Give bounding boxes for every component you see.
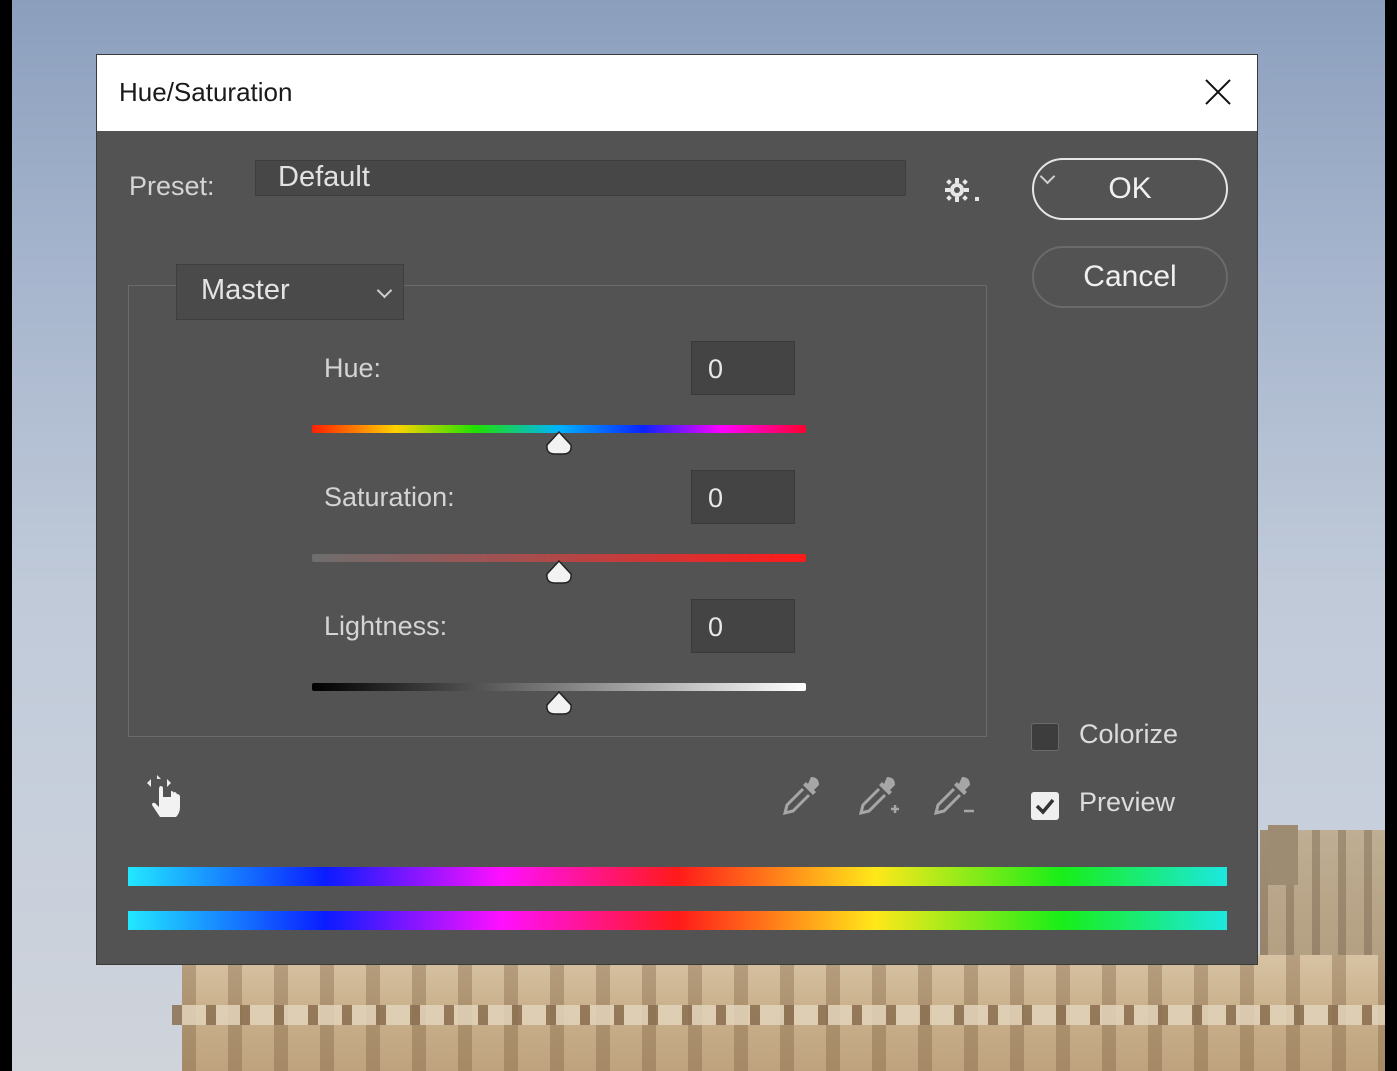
preset-value: Default [278, 161, 370, 193]
title-bar: Hue/Saturation [97, 55, 1257, 131]
channel-dropdown[interactable]: Master [176, 264, 404, 320]
lightness-label: Lightness: [324, 611, 448, 641]
preview-checkbox[interactable] [1031, 792, 1059, 820]
preview-label: Preview [1079, 787, 1176, 817]
saturation-slider-thumb[interactable] [545, 560, 573, 584]
eyedropper-minus-icon[interactable] [932, 773, 980, 825]
colorize-label: Colorize [1079, 719, 1179, 749]
chevron-down-icon [376, 282, 393, 299]
eyedropper-icon[interactable] [781, 773, 825, 823]
saturation-input[interactable]: 0 [691, 470, 795, 524]
hand-target-icon[interactable] [143, 773, 185, 827]
saturation-label: Saturation: [324, 482, 455, 512]
close-icon[interactable] [1195, 69, 1241, 115]
hue-label: Hue: [324, 353, 382, 383]
adjustment-group [128, 285, 987, 737]
preset-dropdown[interactable]: Default [255, 160, 1056, 196]
building-cornice [172, 1005, 1385, 1025]
eyedropper-plus-icon[interactable] [857, 773, 905, 825]
cancel-button[interactable]: Cancel [1032, 246, 1228, 308]
lightness-slider-thumb[interactable] [545, 691, 573, 715]
dialog-title: Hue/Saturation [119, 77, 293, 107]
building-spire [1268, 825, 1298, 885]
output-color-bar [128, 911, 1227, 930]
hue-saturation-dialog: Hue/Saturation Preset: Default OK Cancel [97, 55, 1257, 964]
hue-input[interactable]: 0 [691, 341, 795, 395]
input-color-bar [128, 867, 1227, 886]
lightness-input[interactable]: 0 [691, 599, 795, 653]
checkmark-icon [1035, 798, 1055, 815]
gear-icon[interactable] [943, 173, 979, 207]
ok-button[interactable]: OK [1032, 158, 1228, 220]
lightness-slider-track[interactable] [312, 683, 806, 691]
preset-label: Preset: [129, 171, 215, 201]
colorize-checkbox[interactable] [1031, 723, 1059, 751]
channel-value: Master [201, 274, 290, 306]
hue-slider-thumb[interactable] [545, 431, 573, 455]
